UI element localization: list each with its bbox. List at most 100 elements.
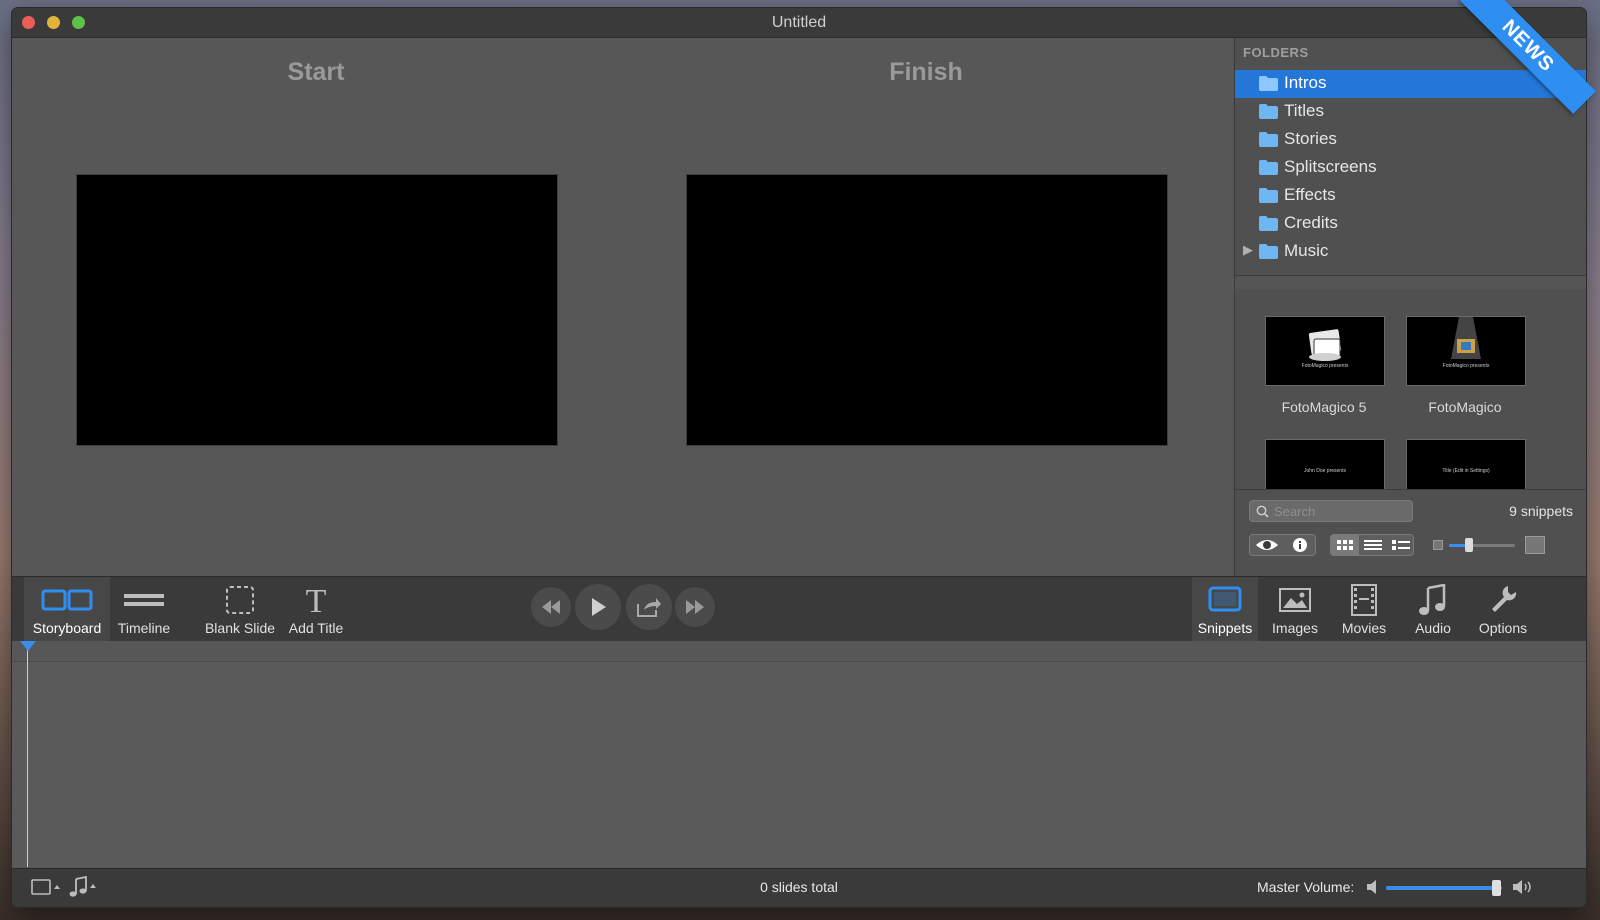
blank-slide-button[interactable]: Blank Slide (200, 577, 280, 641)
view-mode-segment (1330, 534, 1414, 556)
share-icon (637, 598, 661, 617)
slider-knob[interactable] (1464, 538, 1473, 552)
thumb-caption-small: Title (Edit in Settings) (1442, 468, 1490, 474)
thumbnail-size-slider[interactable] (1449, 538, 1515, 552)
snippet-thumbnail[interactable]: FotoMagico presents (1265, 316, 1385, 386)
info-icon[interactable] (1284, 535, 1316, 555)
window-title: Untitled (771, 14, 827, 31)
search-icon (1256, 505, 1269, 518)
storyboard-label: Storyboard (32, 620, 102, 636)
play-icon (592, 598, 606, 616)
folder-icon (1259, 244, 1278, 259)
play-button[interactable] (575, 584, 621, 630)
movies-label: Movies (1341, 620, 1387, 636)
title-bar: Untitled (12, 8, 1586, 38)
start-preview-screen[interactable] (76, 174, 558, 446)
add-title-icon: T (280, 585, 352, 615)
app-window: Untitled Start Finish FOLDERS Intros Tit… (12, 8, 1586, 907)
volume-high-icon (1512, 879, 1534, 900)
folder-icon (1259, 160, 1278, 175)
options-icon (1470, 585, 1536, 615)
share-button[interactable] (626, 584, 672, 630)
eye-icon[interactable] (1250, 535, 1284, 555)
timeline-label: Timeline (117, 620, 171, 636)
playhead-line (27, 645, 28, 867)
volume-low-icon (1366, 879, 1380, 900)
list-view-icon[interactable] (1359, 535, 1387, 555)
thumb-caption-small: John Doe presents (1304, 468, 1346, 474)
options-button[interactable]: Options (1470, 577, 1536, 641)
storyboard-area[interactable] (12, 641, 1586, 867)
fast-forward-button[interactable] (675, 587, 715, 627)
snippet-caption: FotoMagico (1428, 399, 1502, 415)
fast-forward-icon (686, 600, 704, 614)
master-volume-label: Master Volume: (1257, 879, 1355, 895)
images-icon (1262, 585, 1328, 615)
timeline-icon (110, 585, 178, 615)
images-label: Images (1272, 620, 1318, 636)
browser-controls: Search 9 snippets (1235, 489, 1586, 577)
movies-icon (1331, 584, 1397, 616)
audio-button[interactable]: Audio (1400, 577, 1466, 641)
rewind-button[interactable] (531, 587, 571, 627)
storyboard-button[interactable]: Storyboard (24, 577, 110, 641)
playhead-handle[interactable] (20, 641, 36, 651)
folder-item-titles[interactable]: Titles (1235, 98, 1586, 126)
folder-item-stories[interactable]: Stories (1235, 126, 1586, 154)
folders-header: FOLDERS (1243, 45, 1309, 60)
disclosure-triangle-icon[interactable]: ▶ (1243, 242, 1253, 258)
svg-text:T: T (306, 585, 327, 615)
audio-label: Audio (1415, 620, 1451, 636)
large-thumb-icon (1525, 536, 1545, 554)
folder-icon (1259, 188, 1278, 203)
add-title-button[interactable]: T Add Title (280, 577, 352, 641)
blank-slide-label: Blank Slide (204, 620, 276, 636)
search-placeholder: Search (1274, 504, 1316, 519)
master-volume-slider[interactable] (1386, 880, 1502, 896)
add-title-label: Add Title (288, 620, 344, 636)
storyboard-icon (24, 585, 110, 615)
folder-icon (1259, 76, 1278, 91)
folder-item-effects[interactable]: Effects (1235, 182, 1586, 210)
detail-list-view-icon[interactable] (1387, 535, 1415, 555)
folder-item-music[interactable]: ▶ Music (1235, 238, 1586, 266)
fotomagico-logo-icon (1308, 329, 1342, 361)
timeline-ruler[interactable] (12, 641, 1586, 662)
grid-view-icon[interactable] (1331, 535, 1359, 555)
snippet-count: 9 snippets (1509, 503, 1573, 519)
finish-preview-screen[interactable] (686, 174, 1168, 446)
volume-knob[interactable] (1492, 880, 1502, 896)
search-input[interactable]: Search (1249, 500, 1413, 522)
folder-item-splitscreens[interactable]: Splitscreens (1235, 154, 1586, 182)
movies-button[interactable]: Movies (1331, 577, 1397, 641)
audio-icon (1400, 584, 1466, 615)
folder-label: Effects (1284, 185, 1336, 204)
fotomagico-spotlight-icon (1451, 317, 1481, 359)
blank-slide-icon (200, 585, 280, 615)
preview-area: Start Finish (12, 38, 1234, 576)
thumb-caption-small: FotoMagico presents (1301, 363, 1349, 369)
snippet-caption: FotoMagico 5 (1281, 399, 1367, 415)
timeline-button[interactable]: Timeline (110, 577, 178, 641)
preview-info-segment (1249, 534, 1316, 556)
folder-item-credits[interactable]: Credits (1235, 210, 1586, 238)
rewind-icon (542, 600, 560, 614)
folder-icon (1259, 216, 1278, 231)
snippets-button[interactable]: Snippets (1192, 577, 1258, 641)
small-thumb-icon (1433, 540, 1443, 550)
snippet-thumbnail[interactable]: John Doe presents (1265, 439, 1385, 489)
start-label: Start (287, 58, 345, 86)
snippet-thumbnail[interactable]: Title (Edit in Settings) (1406, 439, 1526, 489)
images-button[interactable]: Images (1262, 577, 1328, 641)
options-label: Options (1478, 620, 1528, 636)
snippets-sidebar: FOLDERS Intros Titles Stories Splitscree… (1234, 38, 1586, 577)
split-divider[interactable] (1235, 275, 1586, 289)
folder-list: Intros Titles Stories Splitscreens Effec… (1235, 70, 1586, 266)
folder-label: Splitscreens (1284, 157, 1377, 176)
snippet-thumbnail[interactable]: FotoMagico presents (1406, 316, 1526, 386)
snippet-grid: FotoMagico presents FotoMagico 5 FotoMag… (1235, 289, 1586, 489)
folder-label: Intros (1284, 73, 1327, 92)
main-toolbar: Storyboard Timeline Blank Slide T Add Ti… (12, 576, 1586, 642)
folder-icon (1259, 132, 1278, 147)
folder-label: Music (1284, 241, 1329, 260)
